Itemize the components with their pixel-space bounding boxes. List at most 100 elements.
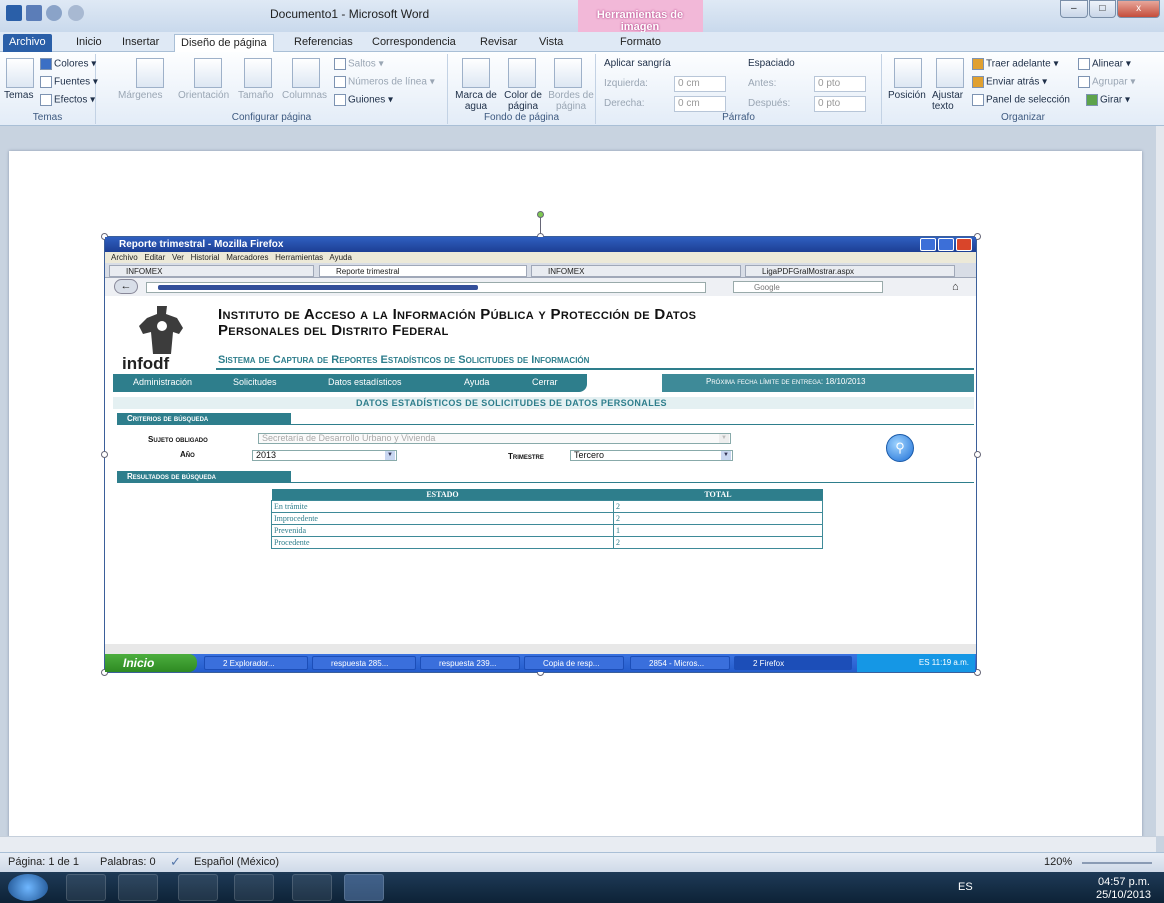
- columnas-button[interactable]: Columnas: [282, 90, 327, 101]
- back-icon[interactable]: ←: [114, 279, 138, 294]
- trimestre-select[interactable]: Tercero ▼: [570, 450, 733, 461]
- word-taskbar-icon[interactable]: [344, 874, 384, 901]
- group-fondo-pagina: Marca de agua Color de página Bordes de …: [448, 54, 596, 124]
- derecha-input[interactable]: 0 cm: [674, 96, 726, 112]
- color-pagina-button[interactable]: Color de página: [500, 90, 546, 112]
- home-icon[interactable]: ⌂: [952, 281, 959, 293]
- ff-tab[interactable]: INFOMEX: [109, 265, 314, 277]
- sujeto-select[interactable]: Secretaría de Desarrollo Urbano y Vivien…: [258, 433, 731, 444]
- nav-cerrar[interactable]: Cerrar: [532, 377, 558, 387]
- despues-input[interactable]: 0 pto: [814, 96, 866, 112]
- tab-correspondencia[interactable]: Correspondencia: [366, 34, 462, 52]
- zoom-level[interactable]: 120%: [1044, 856, 1072, 868]
- nav-solicitudes[interactable]: Solicitudes: [233, 377, 277, 387]
- page-count[interactable]: Página: 1 de 1: [8, 856, 79, 868]
- xp-task-button[interactable]: 2 Explorador...: [204, 656, 308, 670]
- proofing-icon[interactable]: ✓: [170, 854, 181, 870]
- nav-administracion[interactable]: Administración: [133, 377, 192, 387]
- clock-date[interactable]: 25/10/2013: [1096, 889, 1151, 901]
- traer-adelante-button[interactable]: Traer adelante ▾: [972, 58, 1058, 70]
- ff-menu-item[interactable]: Editar: [144, 253, 165, 262]
- tab-diseno-pagina[interactable]: Diseño de página: [174, 34, 274, 52]
- ff-menu-item[interactable]: Archivo: [111, 253, 138, 262]
- nav-ayuda[interactable]: Ayuda: [464, 377, 489, 387]
- vertical-scrollbar[interactable]: [1156, 126, 1164, 836]
- izquierda-input[interactable]: 0 cm: [674, 76, 726, 92]
- size-icon: [244, 58, 272, 88]
- colores-button[interactable]: Colores ▾: [40, 58, 96, 70]
- logo-text: infodf: [122, 354, 170, 373]
- efectos-button[interactable]: Efectos ▾: [40, 94, 95, 106]
- word-count[interactable]: Palabras: 0: [100, 856, 156, 868]
- zoom-slider[interactable]: [1082, 862, 1152, 864]
- orientacion-button[interactable]: Orientación: [178, 90, 229, 101]
- ff-menu-item[interactable]: Ayuda: [329, 253, 352, 262]
- xp-task-button[interactable]: 2 Firefox: [734, 656, 852, 670]
- status-bar: Página: 1 de 1 Palabras: 0 ✓ Español (Mé…: [0, 852, 1164, 872]
- media-player-icon[interactable]: [118, 874, 158, 901]
- agrupar-button[interactable]: Agrupar ▾: [1078, 76, 1135, 88]
- posicion-button[interactable]: Posición: [888, 90, 926, 101]
- word-app-icon[interactable]: [6, 5, 22, 21]
- group-temas: Temas Colores ▾ Fuentes ▾ Efectos ▾ Tema…: [0, 54, 98, 124]
- xp-task-button[interactable]: respuesta 239...: [420, 656, 520, 670]
- ff-tab-active[interactable]: Reporte trimestral: [319, 265, 527, 277]
- xp-task-button[interactable]: 2854 - Micros...: [630, 656, 730, 670]
- rotate-handle[interactable]: [537, 211, 544, 218]
- close-button[interactable]: x: [1117, 0, 1161, 18]
- tab-archivo[interactable]: Archivo: [3, 34, 52, 52]
- temas-button[interactable]: Temas: [4, 90, 33, 101]
- xp-task-button[interactable]: respuesta 285...: [312, 656, 416, 670]
- firefox-icon[interactable]: [234, 874, 274, 901]
- ff-menu-item[interactable]: Historial: [191, 253, 220, 262]
- internet-explorer-icon[interactable]: [178, 874, 218, 901]
- input-language[interactable]: ES: [958, 881, 973, 893]
- save-icon[interactable]: [26, 5, 42, 21]
- antes-input[interactable]: 0 pto: [814, 76, 866, 92]
- search-button[interactable]: ⚲: [886, 434, 914, 462]
- xp-start-button[interactable]: Inicio: [105, 654, 197, 672]
- bordes-pagina-button[interactable]: Bordes de página: [548, 90, 594, 112]
- total-cell: 2: [613, 499, 823, 513]
- ff-menu-item[interactable]: Ver: [172, 253, 184, 262]
- tab-insertar[interactable]: Insertar: [116, 34, 165, 52]
- undo-icon[interactable]: [46, 5, 62, 21]
- tab-vista[interactable]: Vista: [533, 34, 569, 52]
- chrome-icon[interactable]: [292, 874, 332, 901]
- girar-button[interactable]: Girar ▾: [1086, 94, 1130, 106]
- horizontal-scrollbar[interactable]: [0, 836, 1156, 852]
- tab-inicio[interactable]: Inicio: [70, 34, 108, 52]
- firefox-search-box[interactable]: Google: [733, 281, 883, 293]
- ajustar-texto-button[interactable]: Ajustar texto: [932, 90, 968, 112]
- anio-select[interactable]: 2013 ▼: [252, 450, 397, 461]
- maximize-button[interactable]: □: [1088, 0, 1117, 18]
- ff-menu-item[interactable]: Marcadores: [226, 253, 268, 262]
- redo-icon[interactable]: [68, 5, 84, 21]
- explorer-icon[interactable]: [66, 874, 106, 901]
- ff-menu-item[interactable]: Herramientas: [275, 253, 323, 262]
- nav-datos-estadisticos[interactable]: Datos estadísticos: [328, 377, 402, 387]
- panel-seleccion-button[interactable]: Panel de selección: [972, 94, 1070, 106]
- marca-agua-button[interactable]: Marca de agua: [454, 90, 498, 112]
- minimize-button[interactable]: –: [1060, 0, 1088, 18]
- xp-task-button[interactable]: Copia de resp...: [524, 656, 624, 670]
- fuentes-button[interactable]: Fuentes ▾: [40, 76, 98, 88]
- saltos-button[interactable]: Saltos ▾: [334, 58, 384, 70]
- guiones-button[interactable]: Guiones ▾: [334, 94, 393, 106]
- tab-formato[interactable]: Formato: [614, 34, 667, 52]
- margenes-button[interactable]: Márgenes: [118, 90, 162, 101]
- language-status[interactable]: Español (México): [194, 856, 279, 868]
- anio-label: Año: [180, 450, 195, 459]
- start-orb-icon[interactable]: [8, 874, 48, 901]
- enviar-atras-button[interactable]: Enviar atrás ▾: [972, 76, 1047, 88]
- tab-revisar[interactable]: Revisar: [474, 34, 523, 52]
- tamano-button[interactable]: Tamaño: [238, 90, 274, 101]
- alinear-button[interactable]: Alinear ▾: [1078, 58, 1131, 70]
- clock-time[interactable]: 04:57 p.m.: [1098, 876, 1150, 888]
- resize-handle[interactable]: [101, 451, 108, 458]
- ff-tab[interactable]: LigaPDFGralMostrar.aspx: [745, 265, 955, 277]
- resize-handle[interactable]: [974, 451, 981, 458]
- ff-tab[interactable]: INFOMEX: [531, 265, 741, 277]
- numeros-linea-button[interactable]: Números de línea ▾: [334, 76, 435, 88]
- tab-referencias[interactable]: Referencias: [288, 34, 359, 52]
